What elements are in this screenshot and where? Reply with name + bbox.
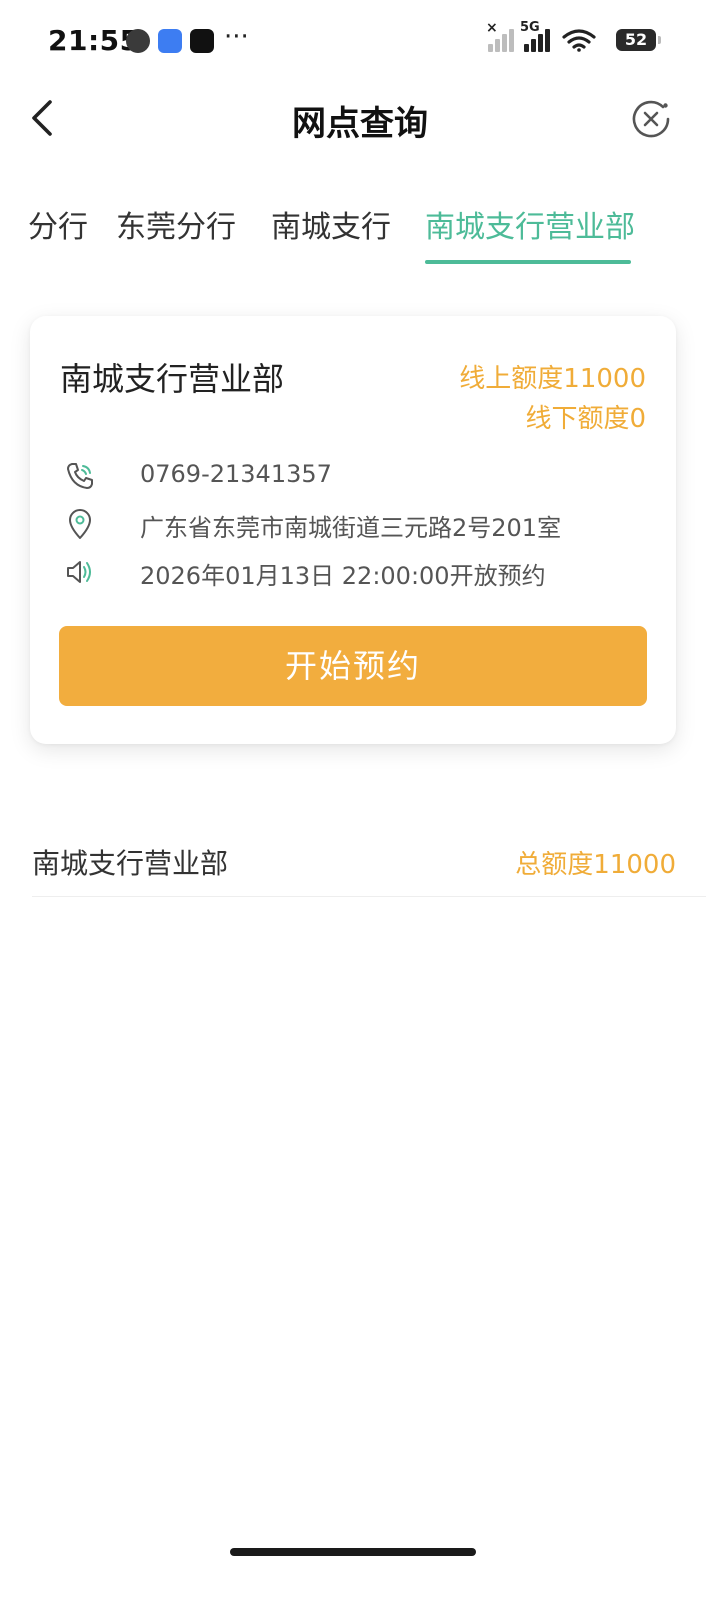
summary-row[interactable]: 南城支行营业部 总额度11000 (32, 826, 706, 897)
start-booking-button[interactable]: 开始预约 (59, 626, 647, 706)
online-quota: 线上额度11000 (459, 364, 646, 394)
phone-row[interactable]: 0769-21341357 (60, 458, 660, 494)
tab-nancheng-subbranch[interactable]: 南城支行 (271, 202, 391, 246)
branch-card: 南城支行营业部 线上额度11000 线下额度0 0769-21341357 广东… (30, 316, 676, 744)
speaker-icon (67, 561, 91, 583)
location-pin-icon (69, 509, 91, 539)
no-signal-x-icon: × (486, 20, 498, 36)
branch-tabs: 分行 东莞分行 南城支行 南城支行营业部 (0, 196, 720, 268)
tab-fenhang[interactable]: 分行 (28, 202, 88, 246)
battery-icon: 52 (616, 29, 661, 51)
signal-bar (509, 29, 514, 52)
offline-quota: 线下额度0 (525, 404, 646, 434)
close-circle-icon (632, 100, 670, 138)
home-indicator[interactable] (230, 1548, 476, 1556)
booking-open-notice: 2026年01月13日 22:00:00开放预约 (140, 562, 546, 590)
tab-nancheng-business-dept[interactable]: 南城支行营业部 (425, 202, 635, 246)
page-title: 网点查询 (292, 104, 428, 144)
phone-number: 0769-21341357 (140, 460, 332, 488)
notice-row: 2026年01月13日 22:00:00开放预约 (60, 554, 660, 590)
wifi-icon (562, 29, 596, 52)
summary-total-quota: 总额度11000 (515, 850, 676, 880)
wallet-app-icon (158, 29, 182, 53)
signal-bar (524, 44, 529, 52)
status-indicators: × 5G 52 (486, 20, 661, 56)
branch-name: 南城支行营业部 (60, 360, 285, 398)
signal-bar (495, 39, 500, 52)
active-tab-indicator (425, 260, 631, 264)
phone-icon (67, 463, 93, 489)
status-bar: 21:55 ··· × 5G 52 (0, 0, 720, 82)
signal-bar (488, 44, 493, 52)
network-type-label: 5G (520, 20, 540, 35)
address-row[interactable]: 广东省东莞市南城街道三元路2号201室 (60, 506, 660, 542)
branch-address: 广东省东莞市南城街道三元路2号201室 (140, 514, 562, 542)
screen: 21:55 ··· × 5G 52 网点查询 分行 东莞分行 南城支行 南城支行… (0, 0, 720, 1600)
signal-bar (502, 34, 507, 52)
signal-bar (545, 29, 550, 52)
signal-bar (538, 34, 543, 52)
close-button[interactable] (630, 98, 672, 140)
clock-app-icon (126, 29, 150, 53)
tab-dongguan-branch[interactable]: 东莞分行 (116, 202, 236, 246)
nav-header: 网点查询 (0, 82, 720, 154)
tiktok-app-icon (190, 29, 214, 53)
signal-bar (531, 39, 536, 52)
summary-branch-name: 南城支行营业部 (32, 847, 229, 880)
more-notifications-icon: ··· (224, 22, 249, 52)
